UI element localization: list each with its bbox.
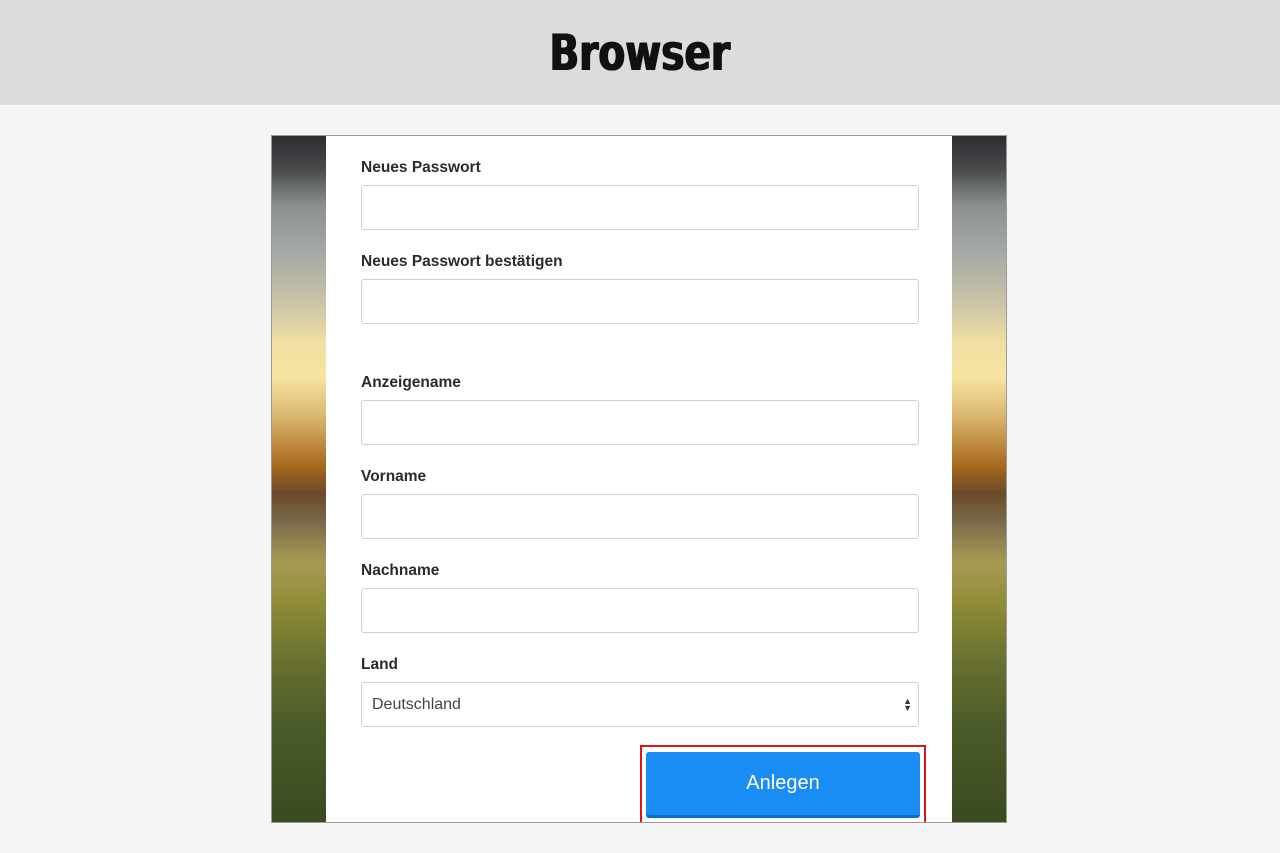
screenshot-frame: Neues Passwort Neues Passwort bestätigen…: [271, 135, 1007, 823]
new-password-input[interactable]: [361, 185, 919, 230]
confirm-password-label: Neues Passwort bestätigen: [361, 253, 563, 270]
chevron-up-down-icon: ▲ ▼: [903, 695, 912, 713]
last-name-input[interactable]: [361, 588, 919, 633]
confirm-password-input[interactable]: [361, 279, 919, 324]
last-name-label: Nachname: [361, 562, 440, 579]
create-account-button[interactable]: Anlegen: [646, 752, 920, 818]
first-name-label: Vorname: [361, 468, 427, 485]
background-image-left: [272, 136, 326, 822]
new-password-label: Neues Passwort: [361, 159, 481, 176]
country-label: Land: [361, 656, 399, 673]
country-select-value: Deutschland: [372, 695, 461, 713]
display-name-input[interactable]: [361, 400, 919, 445]
banner-title: Browser: [549, 23, 731, 82]
top-banner: Browser: [0, 0, 1280, 105]
first-name-input[interactable]: [361, 494, 919, 539]
registration-form: Neues Passwort Neues Passwort bestätigen…: [326, 136, 952, 822]
display-name-label: Anzeigename: [361, 374, 461, 391]
background-image-right: [952, 136, 1006, 822]
country-select[interactable]: Deutschland ▲ ▼: [361, 682, 919, 727]
